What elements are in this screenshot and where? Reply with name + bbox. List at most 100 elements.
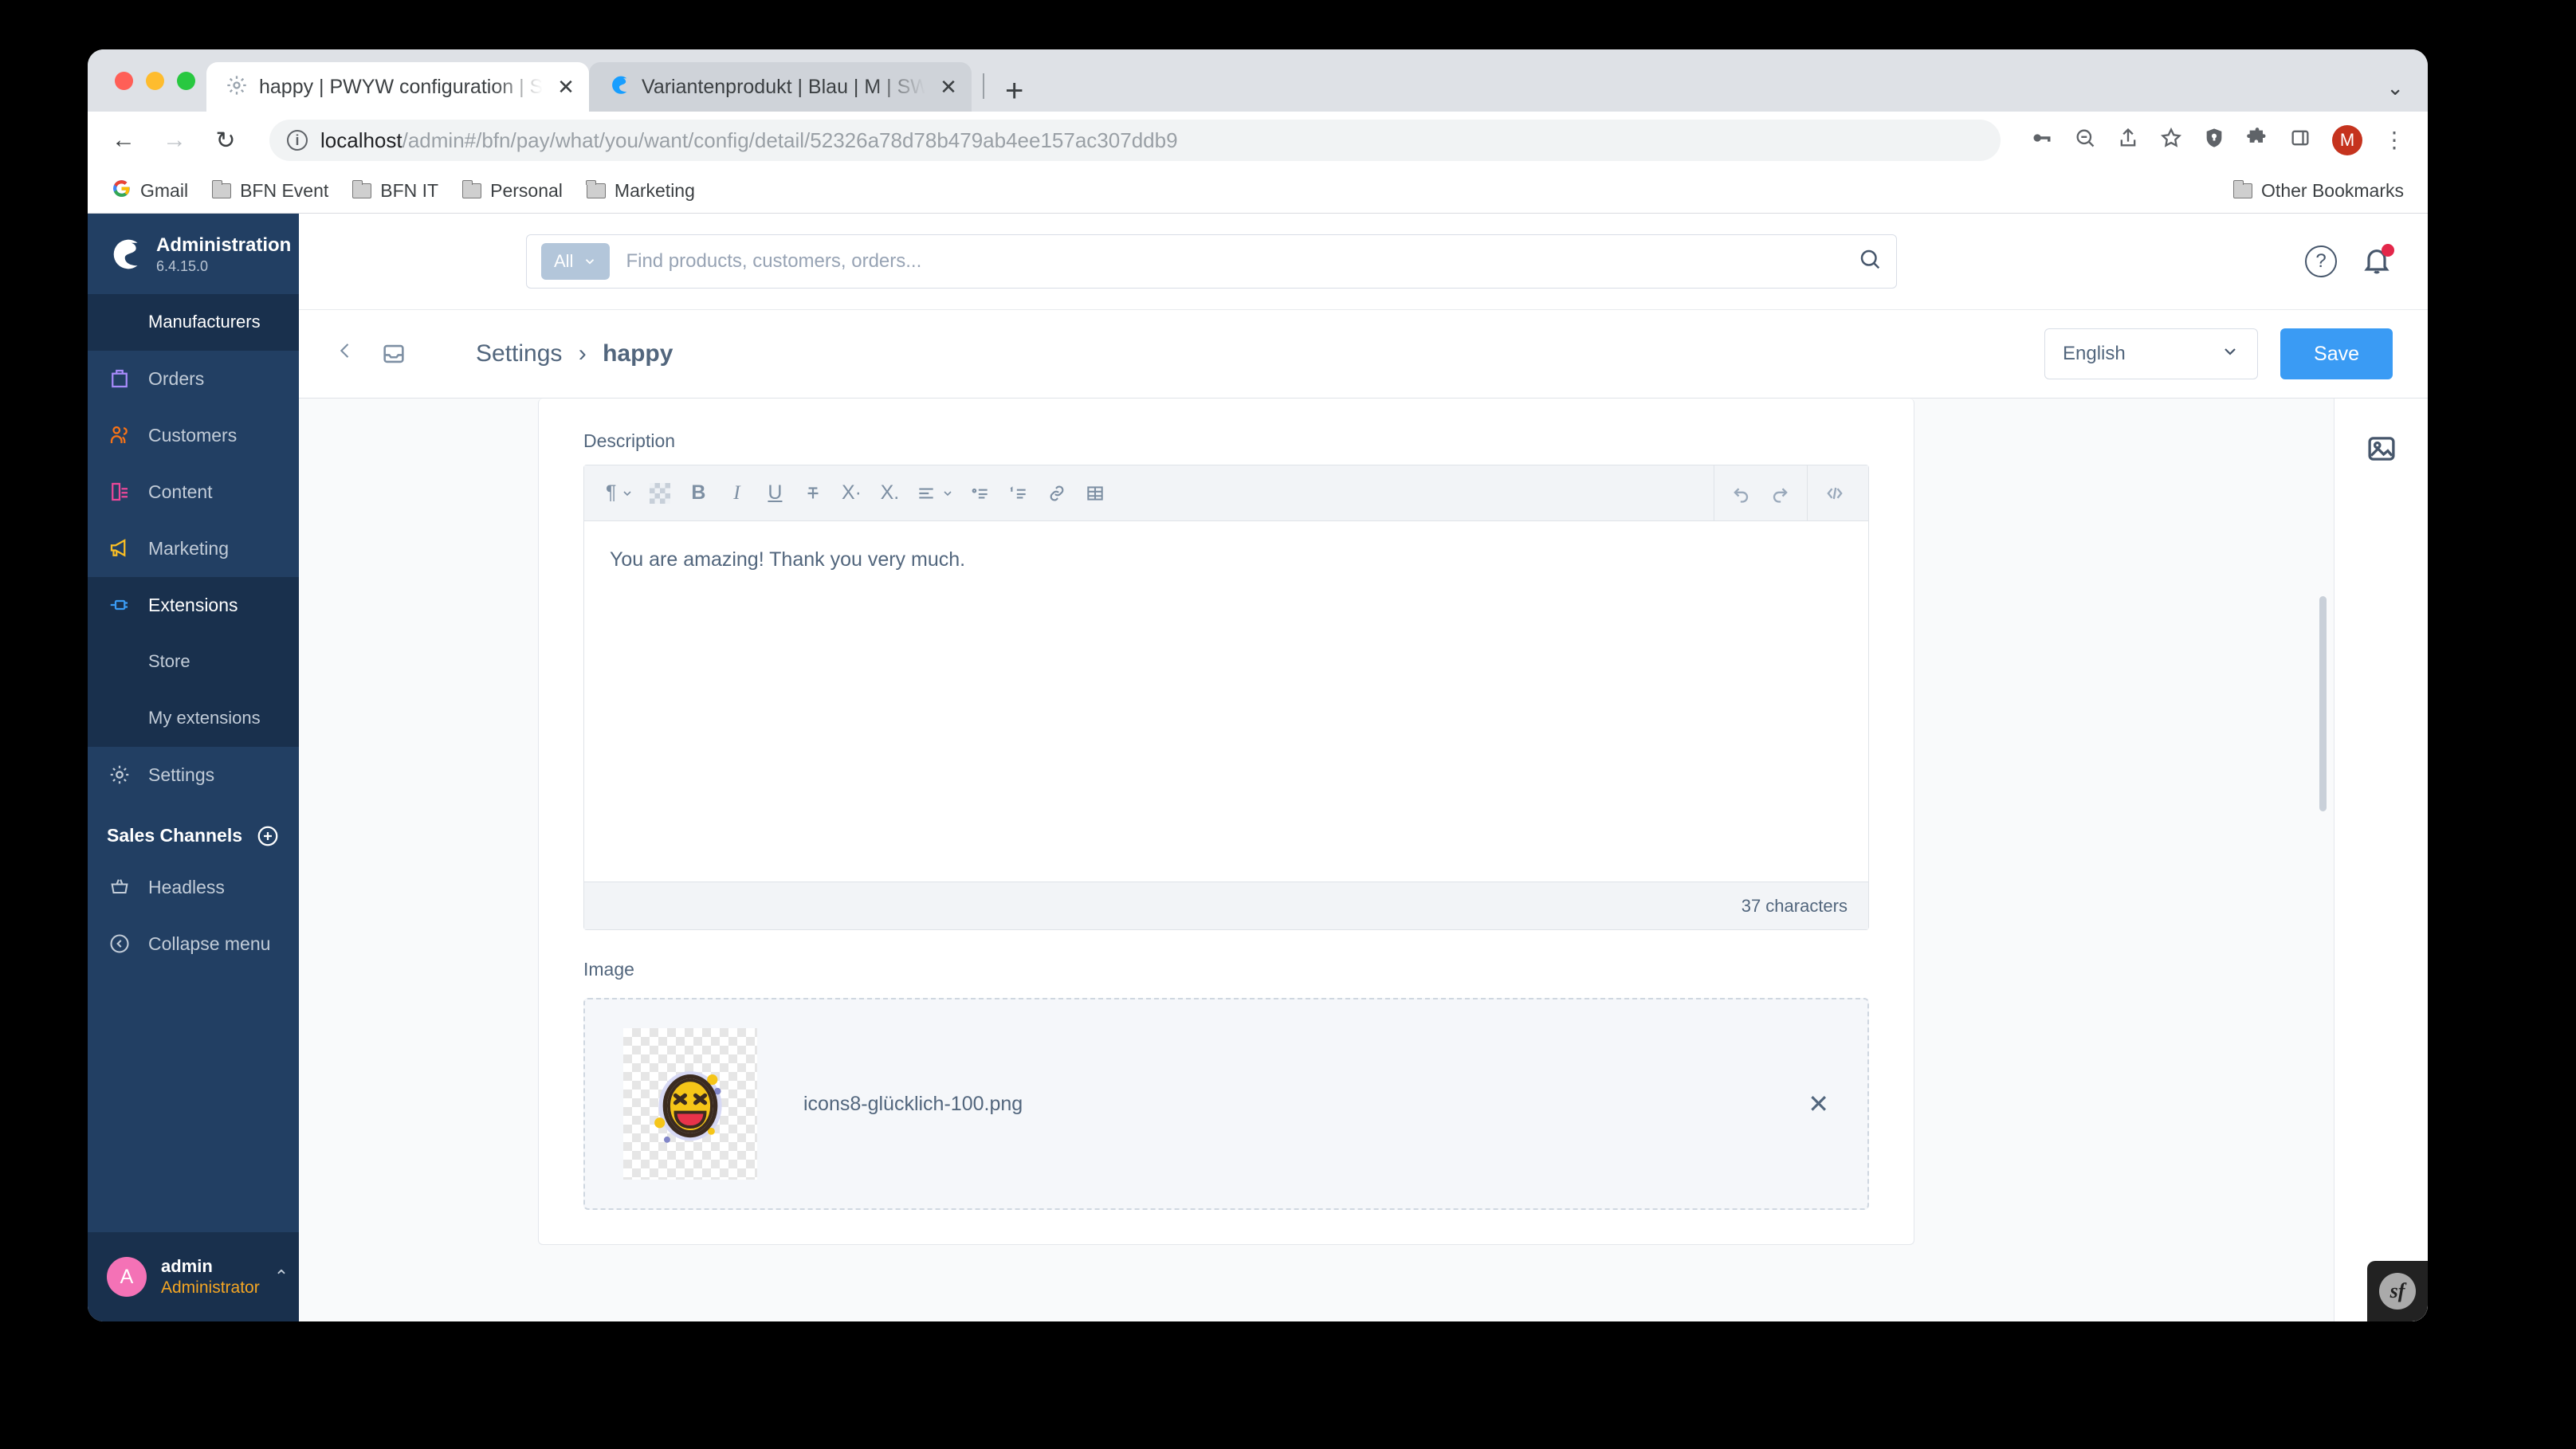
- code-view-button[interactable]: [1816, 465, 1854, 521]
- zoom-out-icon[interactable]: [2074, 127, 2096, 155]
- config-card: Description ¶ B I U X· X. You are amazin…: [538, 399, 1914, 1245]
- link-button[interactable]: [1038, 465, 1076, 521]
- strikethrough-button[interactable]: [794, 465, 832, 521]
- bookmark-gmail[interactable]: Gmail: [112, 179, 188, 203]
- chevron-up-icon[interactable]: ⌃: [274, 1266, 289, 1287]
- redo-button[interactable]: [1761, 465, 1799, 521]
- search-scope-label: All: [554, 251, 574, 271]
- bookmark-personal[interactable]: Personal: [461, 180, 563, 202]
- ordered-list-button[interactable]: [999, 465, 1038, 521]
- other-bookmarks-button[interactable]: Other Bookmarks: [2232, 180, 2404, 202]
- inbox-icon[interactable]: [380, 340, 407, 367]
- image-icon[interactable]: [2365, 432, 2398, 465]
- sidebar-item-settings[interactable]: Settings: [88, 747, 299, 803]
- bullet-list-button[interactable]: [961, 465, 999, 521]
- search-scope-dropdown[interactable]: All: [541, 243, 611, 280]
- add-sales-channel-button[interactable]: [256, 824, 280, 848]
- shopware-icon: [608, 74, 630, 100]
- sidebar-item-orders[interactable]: Orders: [88, 351, 299, 407]
- app-title: Administration: [156, 234, 292, 256]
- global-search[interactable]: All Find products, customers, orders...: [526, 234, 1897, 289]
- key-icon[interactable]: [2031, 127, 2053, 155]
- paragraph-format-button[interactable]: ¶: [599, 465, 641, 521]
- sidebar-item-label: Content: [148, 481, 213, 502]
- sidebar-item-headless[interactable]: Headless: [88, 859, 299, 916]
- forward-button[interactable]: →: [161, 127, 188, 154]
- language-value: English: [2063, 343, 2126, 364]
- profile-avatar[interactable]: M: [2332, 125, 2362, 155]
- table-button[interactable]: [1076, 465, 1114, 521]
- language-select[interactable]: English: [2044, 328, 2259, 379]
- chevron-down-icon: [586, 259, 595, 265]
- sidebar-item-label: Collapse menu: [148, 933, 271, 954]
- folder-icon: [211, 180, 232, 198]
- align-button[interactable]: [909, 465, 961, 521]
- scrollbar-track[interactable]: [2318, 399, 2329, 1321]
- chevron-down-icon[interactable]: ⌄: [2386, 76, 2404, 100]
- undo-button[interactable]: [1722, 465, 1761, 521]
- sidebar-item-my-extensions[interactable]: My extensions: [88, 690, 299, 747]
- user-role: Administrator: [161, 1278, 260, 1297]
- bold-button[interactable]: B: [679, 465, 717, 521]
- gmail-icon: [112, 179, 132, 203]
- bookmark-label: Marketing: [614, 180, 695, 201]
- notifications-icon[interactable]: [2361, 244, 2394, 277]
- page-header: Settings › happy English Save: [299, 309, 2428, 399]
- gear-icon: [226, 74, 248, 100]
- maximize-window-button[interactable]: [177, 71, 195, 90]
- user-menu[interactable]: A admin Administrator ⌃: [88, 1232, 299, 1321]
- breadcrumb-root[interactable]: Settings: [476, 340, 562, 367]
- sidebar-item-content[interactable]: Content: [88, 464, 299, 520]
- search-icon[interactable]: [1858, 247, 1882, 277]
- minimize-window-button[interactable]: [146, 71, 164, 90]
- bookmark-bfn-event[interactable]: BFN Event: [211, 180, 328, 202]
- save-button[interactable]: Save: [2280, 328, 2393, 379]
- bookmark-marketing[interactable]: Marketing: [586, 180, 695, 202]
- extensions-puzzle-icon[interactable]: [2246, 127, 2268, 155]
- close-icon[interactable]: ✕: [937, 77, 960, 97]
- search-input[interactable]: Find products, customers, orders...: [626, 250, 1842, 273]
- close-window-button[interactable]: [115, 71, 133, 90]
- sidebar-group-extensions: Extensions Store My extensions: [88, 576, 299, 747]
- sidebar-item-customers[interactable]: Customers: [88, 407, 299, 464]
- browser-menu-button[interactable]: ⋮: [2383, 129, 2405, 151]
- superscript-button[interactable]: X·: [832, 465, 870, 521]
- side-panel-icon[interactable]: [2289, 127, 2311, 155]
- image-upload-area[interactable]: icons8-glücklich-100.png ✕: [583, 998, 1869, 1210]
- browser-tab-inactive[interactable]: Variantenprodukt | Blau | M | SW ✕: [589, 62, 972, 112]
- sidebar-item-manufacturers[interactable]: Manufacturers: [88, 293, 299, 351]
- sidebar-item-store[interactable]: Store: [88, 634, 299, 690]
- underline-button[interactable]: U: [756, 465, 794, 521]
- bookmark-label: Gmail: [140, 180, 189, 201]
- editor-content[interactable]: You are amazing! Thank you very much.: [584, 521, 1868, 882]
- subscript-button[interactable]: X.: [870, 465, 909, 521]
- help-icon[interactable]: ?: [2305, 245, 2337, 277]
- sidebar-header[interactable]: Administration 6.4.15.0: [88, 214, 299, 294]
- reload-button[interactable]: ↻: [212, 127, 239, 155]
- breadcrumb-separator: ›: [578, 340, 587, 367]
- browser-tabstrip: happy | PWYW configuration | S ✕ Variant…: [88, 49, 2428, 112]
- sidebar-item-marketing[interactable]: Marketing: [88, 520, 299, 577]
- site-info-icon[interactable]: i: [287, 130, 308, 151]
- bookmark-star-icon[interactable]: [2160, 127, 2182, 155]
- window-controls: [108, 49, 206, 112]
- address-bar[interactable]: i localhost/admin#/bfn/pay/what/you/want…: [269, 120, 2001, 161]
- share-icon[interactable]: [2117, 127, 2139, 155]
- scrollbar-thumb[interactable]: [2319, 596, 2327, 811]
- browser-window: happy | PWYW configuration | S ✕ Variant…: [88, 49, 2428, 1321]
- back-button[interactable]: ←: [110, 127, 137, 154]
- shield-icon[interactable]: [2203, 127, 2225, 155]
- back-button[interactable]: [334, 337, 356, 371]
- bookmark-bfn-it[interactable]: BFN IT: [351, 180, 438, 202]
- symfony-debug-toolbar[interactable]: sf: [2367, 1261, 2428, 1321]
- tabstrip-actions: ⌄: [2386, 76, 2428, 112]
- italic-button[interactable]: I: [717, 465, 756, 521]
- browser-tab-active[interactable]: happy | PWYW configuration | S ✕: [206, 62, 589, 112]
- close-icon[interactable]: ✕: [554, 77, 578, 97]
- text-color-swatch-button[interactable]: [641, 465, 679, 521]
- sidebar-item-collapse-menu[interactable]: Collapse menu: [88, 916, 299, 972]
- remove-image-button[interactable]: ✕: [1808, 1089, 1829, 1119]
- gear-icon: [107, 762, 132, 787]
- new-tab-button[interactable]: +: [1005, 75, 1023, 107]
- sidebar-item-extensions[interactable]: Extensions: [88, 576, 299, 634]
